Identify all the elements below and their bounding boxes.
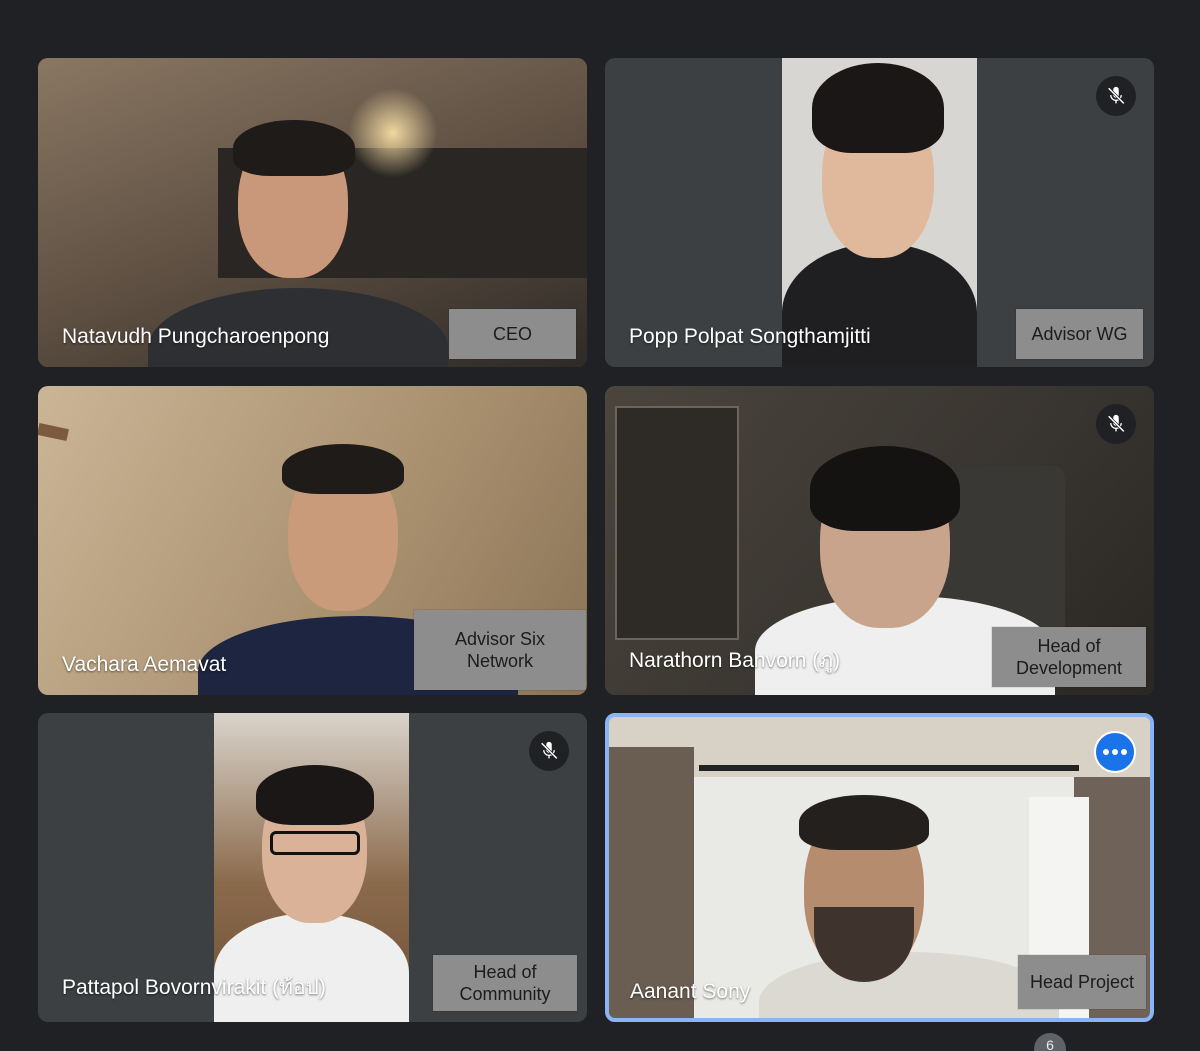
participant-name: Popp Polpat Songthamjitti — [629, 325, 871, 348]
mute-indicator — [1096, 404, 1136, 444]
more-options-icon — [1103, 749, 1127, 755]
participant-tile-1[interactable]: Natavudh Pungcharoenpong CEO — [38, 58, 587, 367]
participant-name: Aanant Sony — [630, 980, 751, 1003]
mic-off-icon — [1107, 86, 1125, 105]
participant-role-label: Head of Development — [992, 627, 1146, 687]
meeting-grid: Natavudh Pungcharoenpong CEO Popp Polpat… — [0, 0, 1200, 1051]
participant-name: Natavudh Pungcharoenpong — [62, 325, 330, 348]
participant-tile-2[interactable]: Popp Polpat Songthamjitti Advisor WG — [605, 58, 1154, 367]
mute-indicator — [1096, 76, 1136, 116]
participant-role-label: CEO — [449, 309, 576, 359]
mute-indicator — [529, 731, 569, 771]
participant-role-label: Advisor Six Network — [414, 610, 586, 690]
participant-tile-4[interactable]: Narathorn Banvorn (ภู) Head of Developme… — [605, 386, 1154, 695]
more-options-button[interactable] — [1094, 731, 1136, 773]
participant-role-label: Head of Community — [433, 955, 577, 1011]
participant-count-badge[interactable]: 6 — [1034, 1033, 1066, 1051]
participant-name: Narathorn Banvorn (ภู) — [629, 649, 841, 672]
participant-video-2 — [782, 58, 977, 367]
participant-role-label: Advisor WG — [1016, 309, 1143, 359]
participant-tile-5[interactable]: Pattapol Bovornvirakit (ท้อป) Head of Co… — [38, 713, 587, 1022]
participant-name: Vachara Aemavat — [62, 653, 227, 676]
mic-off-icon — [1107, 414, 1125, 433]
participant-tile-3[interactable]: Vachara Aemavat Advisor Six Network — [38, 386, 587, 695]
participant-role-label: Head Project — [1018, 955, 1146, 1009]
mic-off-icon — [540, 741, 558, 760]
participant-tile-6[interactable]: Aanant Sony Head Project — [605, 713, 1154, 1022]
participant-name: Pattapol Bovornvirakit (ท้อป) — [62, 976, 326, 999]
